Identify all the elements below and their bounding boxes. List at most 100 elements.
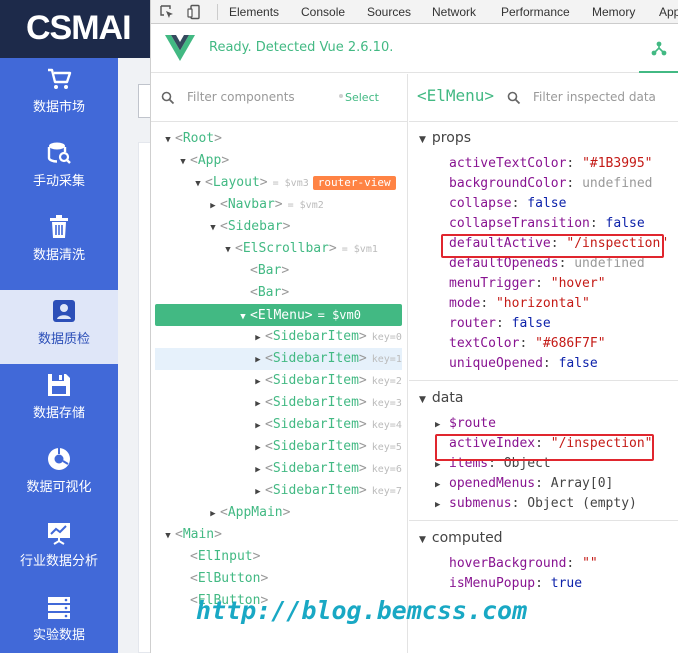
tab-sources[interactable]: Sources <box>367 5 411 19</box>
section-data-header[interactable]: ▼ data <box>419 390 463 406</box>
inspector-row-props[interactable]: collapse: false <box>449 194 566 214</box>
property-value: true <box>550 576 583 591</box>
sidebar-item-manual-collect[interactable]: 手动采集 <box>0 132 118 206</box>
chevron-right-icon[interactable]: ▶ <box>251 393 265 415</box>
app-main-area <box>118 58 150 653</box>
component-filter-input[interactable]: Filter components <box>187 90 295 104</box>
vue-devtools-header: Ready. Detected Vue 2.6.10. <box>151 25 678 73</box>
inspector-row-props[interactable]: collapseTransition: false <box>449 214 645 234</box>
tree-node[interactable]: <ElInput> <box>176 546 260 568</box>
chevron-right-icon[interactable]: ▶ <box>251 459 265 481</box>
chevron-right-icon[interactable]: ▶ <box>251 371 265 393</box>
inspector-row-props[interactable]: backgroundColor: undefined <box>449 174 653 194</box>
sidebar-item-experiment-data[interactable]: 实验数据 <box>0 586 118 653</box>
chevron-right-icon[interactable]: ▶ <box>435 475 449 495</box>
chevron-right-icon[interactable]: ▶ <box>251 415 265 437</box>
tab-network[interactable]: Network <box>432 5 476 19</box>
select-component-button[interactable]: Select <box>345 91 379 104</box>
sidebar-item-industry-analysis[interactable]: 行业数据分析 <box>0 512 118 586</box>
sidebar-item-data-visualization[interactable]: 数据可视化 <box>0 438 118 512</box>
tree-node[interactable]: ▼ <Main> <box>161 524 222 546</box>
sidebar-item-data-inspection[interactable]: 数据质检 <box>0 290 128 364</box>
main-input-edge[interactable] <box>138 84 150 118</box>
chevron-right-icon[interactable]: ▶ <box>435 415 449 435</box>
inspect-element-icon[interactable] <box>159 4 175 20</box>
tab-performance[interactable]: Performance <box>501 5 570 19</box>
tree-node[interactable]: ▶ <SidebarItem> key=0 <box>251 326 402 348</box>
tree-node[interactable]: ▼ <Sidebar> <box>206 216 290 238</box>
tree-node[interactable]: ▼ <Layout> = $vm3 router-view <box>191 172 396 194</box>
tree-node[interactable]: ▶ <SidebarItem> key=2 <box>251 370 402 392</box>
inspector-row-data[interactable]: ▶ $route <box>435 414 496 434</box>
inspector-row-data[interactable]: ▶ submenus: Object (empty) <box>435 494 637 514</box>
sidebar-item-data-storage[interactable]: 数据存储 <box>0 364 118 438</box>
chevron-down-icon[interactable]: ▼ <box>161 525 175 547</box>
inspector-row-computed[interactable]: isMenuPopup: true <box>449 574 582 594</box>
chevron-down-icon[interactable]: ▼ <box>161 129 175 151</box>
tree-node[interactable]: ▶ <SidebarItem> key=1 <box>155 348 402 370</box>
tree-node[interactable]: ▶ <SidebarItem> key=6 <box>251 458 402 480</box>
tag-bracket: < <box>190 153 198 168</box>
inspected-filter-input[interactable]: Filter inspected data <box>533 90 656 104</box>
sidebar-item-label: 数据可视化 <box>26 480 92 495</box>
colon-separator: : <box>511 196 528 211</box>
chevron-down-icon: ▼ <box>419 135 426 145</box>
tree-node[interactable]: ▶ <SidebarItem> key=5 <box>251 436 402 458</box>
chevron-right-icon[interactable]: ▶ <box>251 481 265 503</box>
tab-elements[interactable]: Elements <box>229 5 279 19</box>
search-icon <box>507 91 521 105</box>
tag-bracket: > <box>358 395 367 410</box>
chevron-down-icon[interactable]: ▼ <box>176 151 190 173</box>
tab-application[interactable]: App <box>659 5 678 19</box>
chevron-right-icon[interactable]: ▶ <box>206 503 220 525</box>
sidebar-item-data-cleaning[interactable]: 数据清洗 <box>0 206 118 280</box>
device-toolbar-icon[interactable] <box>187 4 203 20</box>
chevron-right-icon[interactable]: ▶ <box>251 327 265 349</box>
tree-node-name: AppMain <box>227 505 283 520</box>
inspector-row-props[interactable]: textColor: "#686F7F" <box>449 334 606 354</box>
inspector-row-props[interactable]: menuTrigger: "hover" <box>449 274 606 294</box>
chevron-right-icon[interactable]: ▶ <box>206 195 220 217</box>
tree-node[interactable]: <Bar> <box>236 282 289 304</box>
tree-node[interactable]: <ElButton> <box>176 568 268 590</box>
tag-bracket: > <box>252 549 261 564</box>
tab-console[interactable]: Console <box>301 5 345 19</box>
chevron-down-icon[interactable]: ▼ <box>221 239 235 261</box>
tree-node[interactable]: ▼ <ElMenu> = $vm0 <box>155 304 402 326</box>
tree-node[interactable]: <Bar> <box>236 260 289 282</box>
tab-memory[interactable]: Memory <box>592 5 635 19</box>
tree-node[interactable]: ▼ <App> <box>176 150 229 172</box>
chevron-right-icon[interactable]: ▶ <box>435 495 449 515</box>
inspector-row-props[interactable]: mode: "horizontal" <box>449 294 590 314</box>
tree-node[interactable]: ▶ <SidebarItem> key=3 <box>251 392 402 414</box>
tree-node[interactable]: ▼ <Root> <box>161 128 222 150</box>
sidebar-item-data-market[interactable]: 数据市场 <box>0 58 118 132</box>
property-value: undefined <box>582 176 653 191</box>
shopping-cart-icon <box>48 68 72 89</box>
chevron-right-icon[interactable]: ▶ <box>251 437 265 459</box>
chevron-down-icon[interactable]: ▼ <box>206 217 220 239</box>
inspector-pane: <ElMenu> Filter inspected data ▼ props ac… <box>409 74 678 653</box>
inspector-row-computed[interactable]: hoverBackground: "" <box>449 554 598 574</box>
tree-node-name: ElMenu <box>257 308 305 323</box>
tree-node[interactable]: ▼ <ElScrollbar> = $vm1 <box>221 238 378 260</box>
tree-node[interactable]: ▶ <Navbar> = $vm2 <box>206 194 323 217</box>
property-value: "#686F7F" <box>535 336 606 351</box>
router-view-badge: router-view <box>312 175 396 190</box>
inspector-row-data[interactable]: ▶ openedMenus: Array[0] <box>435 474 613 494</box>
inspector-row-props[interactable]: uniqueOpened: false <box>449 354 598 374</box>
chevron-right-icon[interactable]: ▶ <box>251 349 265 371</box>
inspector-row-props[interactable]: activeTextColor: "#1B3995" <box>449 154 653 174</box>
chevron-down-icon[interactable]: ▼ <box>191 173 205 195</box>
sidebar-item-label: 手动采集 <box>32 174 85 189</box>
inspector-row-props[interactable]: router: false <box>449 314 551 334</box>
tree-node[interactable]: ▶ <SidebarItem> key=4 <box>251 414 402 436</box>
tree-node[interactable]: ▶ <SidebarItem> key=7 <box>251 480 402 502</box>
tab-components[interactable] <box>639 25 678 73</box>
tree-node[interactable]: ▶ <AppMain> <box>206 502 290 524</box>
section-props-header[interactable]: ▼ props <box>419 130 471 146</box>
section-computed-header[interactable]: ▼ computed <box>419 530 503 546</box>
presentation-chart-icon <box>48 523 70 545</box>
chevron-down-icon[interactable]: ▼ <box>236 306 250 328</box>
property-key: $route <box>449 416 496 431</box>
